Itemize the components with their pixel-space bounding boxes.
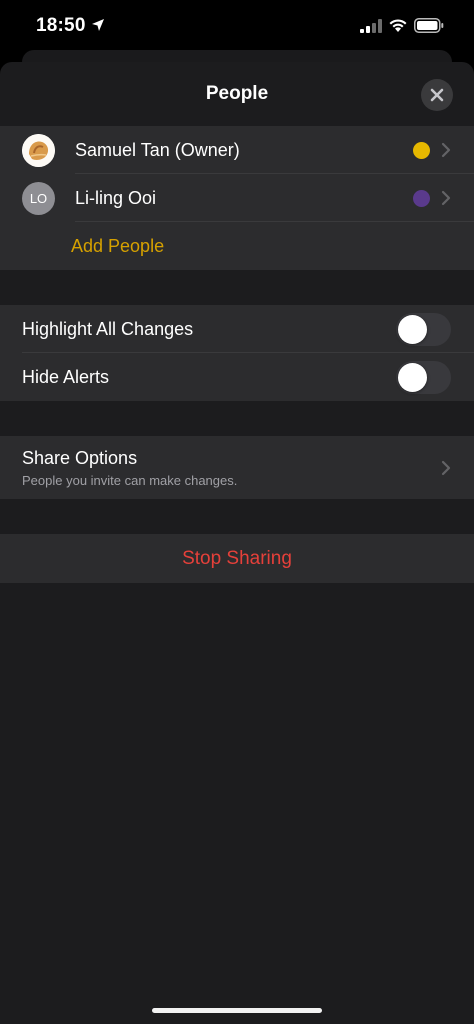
close-icon [430, 88, 444, 102]
person-row-li-ling-ooi[interactable]: LO Li-ling Ooi [0, 174, 474, 222]
share-options-row[interactable]: Share Options People you invite can make… [0, 436, 474, 499]
fortune-cookie-avatar-icon [22, 134, 55, 167]
chevron-right-icon [441, 142, 451, 158]
person-row-samuel-tan[interactable]: Samuel Tan (Owner) [0, 126, 474, 174]
person-color-dot [413, 189, 430, 207]
people-list: Samuel Tan (Owner) LO Li-ling Ooi Add Pe… [0, 126, 474, 270]
share-options-group: Share Options People you invite can make… [0, 436, 474, 499]
location-arrow-icon [92, 19, 104, 31]
page-title: People [205, 83, 269, 104]
person-color-dot [413, 141, 430, 159]
status-bar: 18:50 [0, 0, 474, 54]
battery-icon [414, 18, 444, 33]
add-people-row[interactable]: Add People [0, 222, 474, 270]
hide-alerts-toggle[interactable] [396, 360, 451, 394]
highlight-changes-row: Highlight All Changes [0, 305, 474, 353]
home-indicator[interactable] [152, 1008, 322, 1013]
avatar [22, 134, 55, 167]
hide-alerts-row: Hide Alerts [0, 353, 474, 401]
chevron-right-icon [441, 460, 451, 476]
close-button[interactable] [421, 79, 453, 111]
status-time: 18:50 [36, 15, 86, 36]
wifi-icon [389, 19, 407, 32]
hide-alerts-label: Hide Alerts [22, 366, 110, 387]
settings-list: Highlight All Changes Hide Alerts [0, 305, 474, 401]
highlight-changes-label: Highlight All Changes [22, 318, 194, 339]
stop-sharing-button[interactable]: Stop Sharing [0, 548, 474, 570]
share-options-subtitle: People you invite can make changes. [22, 473, 238, 488]
stop-sharing-row[interactable]: Stop Sharing [0, 534, 474, 583]
toggle-knob [398, 314, 427, 344]
toggle-knob [398, 362, 427, 392]
stop-sharing-group: Stop Sharing [0, 534, 474, 583]
avatar: LO [22, 182, 55, 215]
highlight-changes-toggle[interactable] [396, 312, 451, 346]
add-people-button[interactable]: Add People [71, 236, 164, 257]
people-sheet: People Samuel Tan (Owner) LO Li-ling Ooi… [0, 62, 474, 1024]
person-name: Li-ling Ooi [75, 187, 157, 208]
signal-icon [360, 19, 382, 33]
share-options-title: Share Options [22, 448, 138, 468]
nav-bar: People [0, 62, 474, 126]
person-name: Samuel Tan (Owner) [75, 139, 240, 160]
avatar-initials: LO [29, 191, 48, 206]
chevron-right-icon [441, 190, 451, 206]
